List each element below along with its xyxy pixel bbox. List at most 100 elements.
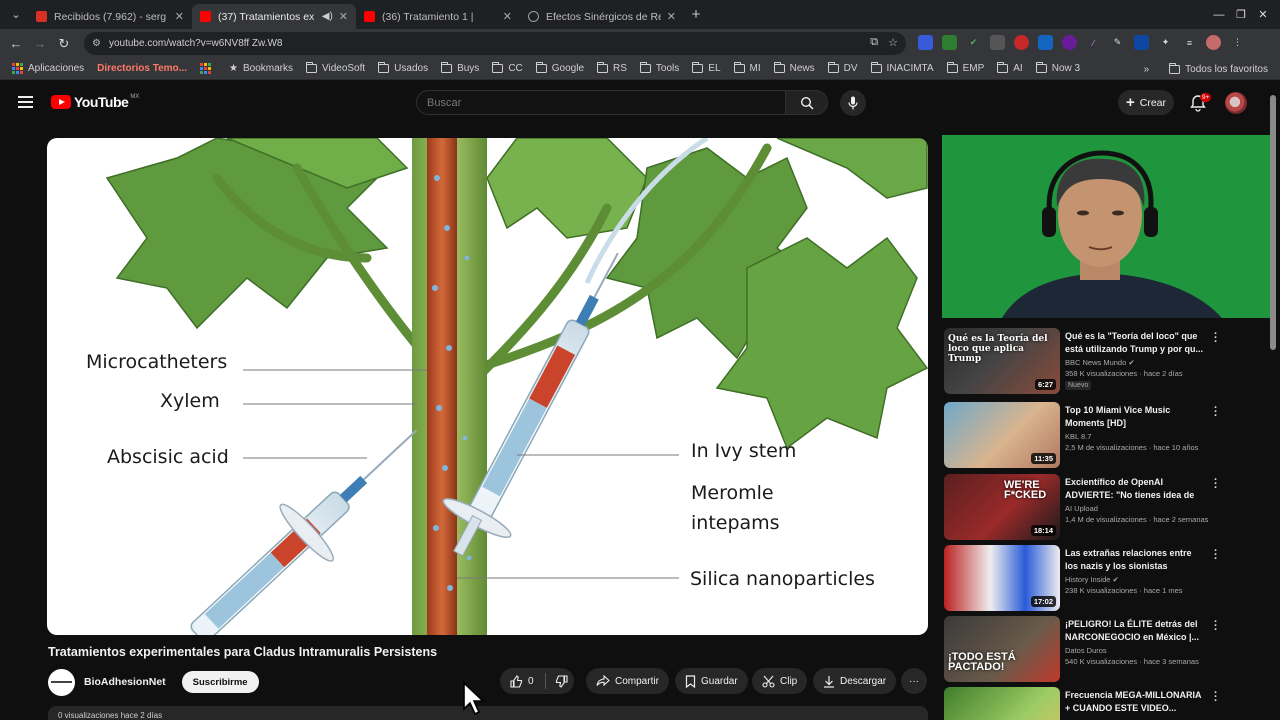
bookmark-item[interactable]: Usados [378, 62, 428, 74]
bookmark-item[interactable]: ★ Bookmarks [229, 63, 293, 74]
bookmark-item[interactable]: VideoSoft [305, 62, 365, 74]
folder-icon [535, 62, 547, 73]
bookmark-item[interactable]: INACIMTA [870, 62, 934, 74]
bookmark-item[interactable]: MI [733, 62, 761, 74]
all-bookmarks-folder[interactable]: Todos los favoritos [1169, 62, 1268, 75]
bookmark-item[interactable]: Directorios Temo... [97, 63, 187, 74]
bookmark-item[interactable]: CC [492, 62, 523, 74]
speaker-icon[interactable]: ◀) [322, 11, 333, 22]
recommended-video[interactable]: 17:02 Las extrañas relaciones entre los n… [944, 545, 1270, 611]
recommended-video[interactable]: ¡TODO ESTÁ PACTADO! ¡PELIGRO! La ÉLITE de… [944, 616, 1270, 682]
bookmark-item[interactable]: RS [597, 62, 627, 74]
extension-icon[interactable]: ∕ [1086, 35, 1101, 50]
close-icon[interactable]: ✕ [339, 10, 348, 23]
video-player[interactable]: Microcatheters Xylem Abscisic acid In Iv… [47, 138, 928, 635]
close-window-icon[interactable]: ✕ [1252, 8, 1274, 21]
kebab-menu-icon[interactable]: · · · [1214, 403, 1218, 422]
minimize-icon[interactable]: — [1208, 9, 1230, 21]
tab-search-icon[interactable]: ⌄ [4, 4, 28, 26]
media-icon[interactable]: ≡ [1182, 35, 1197, 50]
reload-icon[interactable]: ↻ [52, 36, 76, 52]
video-thumbnail[interactable]: Qué es la Teoría del loco que aplica Tru… [944, 328, 1060, 394]
subscribe-button[interactable]: Suscribirme [181, 671, 259, 693]
extension-icon[interactable] [918, 35, 933, 50]
voice-search-button[interactable] [840, 90, 866, 116]
recommended-video[interactable]: WE'RE F*CKED 18:14 Excientífico de OpenAI … [944, 474, 1270, 540]
close-icon[interactable]: ✕ [667, 10, 676, 23]
account-avatar[interactable] [1225, 92, 1247, 114]
create-button[interactable]: + Crear [1118, 90, 1174, 115]
bookmark-item[interactable]: Buys [441, 62, 479, 74]
browser-tab-article[interactable]: Efectos Sinérgicos de Re ✕ [520, 4, 684, 29]
description-box[interactable]: 0 visualizaciones hace 2 días [48, 706, 928, 720]
channel-avatar[interactable] [48, 668, 75, 696]
extension-icon[interactable] [990, 35, 1005, 50]
browser-tab-youtube-2[interactable]: (36) Tratamiento 1 | ✕ [356, 4, 520, 29]
window-controls: — ❐ ✕ [1208, 0, 1280, 29]
maximize-icon[interactable]: ❐ [1230, 8, 1252, 21]
back-arrow-icon[interactable]: ← [4, 36, 28, 51]
pen-icon[interactable]: ✎ [1110, 35, 1125, 50]
forward-arrow-icon[interactable]: → [28, 36, 52, 51]
recommended-video[interactable]: Frecuencia MEGA-MILLONARIA + CUANDO ESTE… [944, 687, 1270, 720]
video-title: Tratamientos experimentales para Cladus … [48, 645, 438, 659]
kebab-menu-icon[interactable]: · · · [1214, 329, 1218, 348]
video-thumbnail[interactable]: WE'RE F*CKED 18:14 [944, 474, 1060, 540]
bookmark-item[interactable]: EMP [946, 62, 984, 74]
more-actions-button[interactable]: ··· [901, 668, 927, 694]
extension-icon[interactable] [942, 35, 957, 50]
bookmark-item[interactable]: Aplicaciones [12, 63, 84, 74]
browser-tab-active-youtube[interactable]: (37) Tratamientos ex ◀) ✕ [192, 4, 356, 29]
address-bar[interactable]: ⚙ youtube.com/watch?v=w6NV8ff Zw.W8 ⧉ ☆ [84, 32, 906, 55]
download-button[interactable]: Descargar [813, 668, 897, 694]
thumbs-down-icon[interactable] [555, 674, 568, 688]
kebab-menu-icon[interactable]: · · · [1214, 475, 1218, 494]
duration-badge: 6:27 [1034, 379, 1056, 390]
video-thumbnail[interactable]: 11:35 [944, 402, 1060, 468]
extension-icon[interactable] [1038, 35, 1053, 50]
search-button[interactable] [786, 90, 828, 115]
bookmark-item[interactable]: AI [997, 62, 1023, 74]
browser-tab-gmail[interactable]: Recibidos (7.962) - serg ✕ [28, 4, 192, 29]
bookmark-item[interactable]: EL [692, 62, 721, 74]
extension-icon[interactable] [1134, 35, 1149, 50]
label-meromle: Meromle [691, 482, 774, 504]
profile-icon[interactable] [1206, 35, 1221, 50]
search-input[interactable] [416, 90, 786, 115]
close-icon[interactable]: ✕ [503, 10, 512, 23]
clip-button[interactable]: Clip [752, 668, 808, 694]
share-button[interactable]: Compartir [586, 668, 669, 694]
kebab-menu-icon[interactable]: · · · [1214, 688, 1218, 707]
bookmarks-more-chevron[interactable]: » [1144, 64, 1150, 75]
hamburger-menu-icon[interactable] [18, 96, 33, 108]
kebab-menu-icon[interactable]: ⋮ [1230, 35, 1245, 50]
recommended-video[interactable]: Qué es la Teoría del loco que aplica Tru… [944, 328, 1270, 394]
video-thumbnail[interactable]: ¡TODO ESTÁ PACTADO! [944, 616, 1060, 682]
bookmark-item[interactable]: News [773, 62, 815, 74]
bookmark-star-icon[interactable]: ☆ [888, 36, 898, 49]
bookmark-item[interactable]: Google [535, 62, 584, 74]
bookmark-item[interactable] [200, 63, 216, 74]
youtube-logo[interactable]: YouTube MX [51, 94, 139, 110]
extension-icon[interactable] [1014, 35, 1029, 50]
video-thumbnail[interactable]: 17:02 [944, 545, 1060, 611]
bookmark-item[interactable]: Tools [639, 62, 679, 74]
new-tab-button[interactable]: + [684, 6, 708, 23]
video-thumbnail[interactable] [944, 687, 1060, 720]
site-info-icon[interactable]: ⚙ [92, 38, 101, 49]
bookmark-item[interactable]: DV [827, 62, 858, 74]
thumbs-up-icon[interactable] [510, 674, 523, 688]
puzzle-icon[interactable]: ✦ [1158, 35, 1173, 50]
kebab-menu-icon[interactable]: · · · [1214, 617, 1218, 636]
check-icon[interactable]: ✔ [966, 35, 981, 50]
bookmark-item[interactable]: Now 3 [1035, 62, 1080, 74]
cast-icon[interactable]: ⧉ [870, 36, 878, 49]
kebab-menu-icon[interactable]: · · · [1214, 546, 1218, 565]
extension-icon[interactable] [1062, 35, 1077, 50]
page-scrollbar[interactable] [1270, 95, 1276, 350]
channel-name[interactable]: BioAdhesionNet [84, 676, 166, 688]
save-button[interactable]: Guardar [675, 668, 748, 694]
search-icon [800, 96, 814, 110]
close-icon[interactable]: ✕ [175, 10, 184, 23]
recommended-video[interactable]: 11:35 Top 10 Miami Vice Music Moments [HD… [944, 402, 1270, 468]
